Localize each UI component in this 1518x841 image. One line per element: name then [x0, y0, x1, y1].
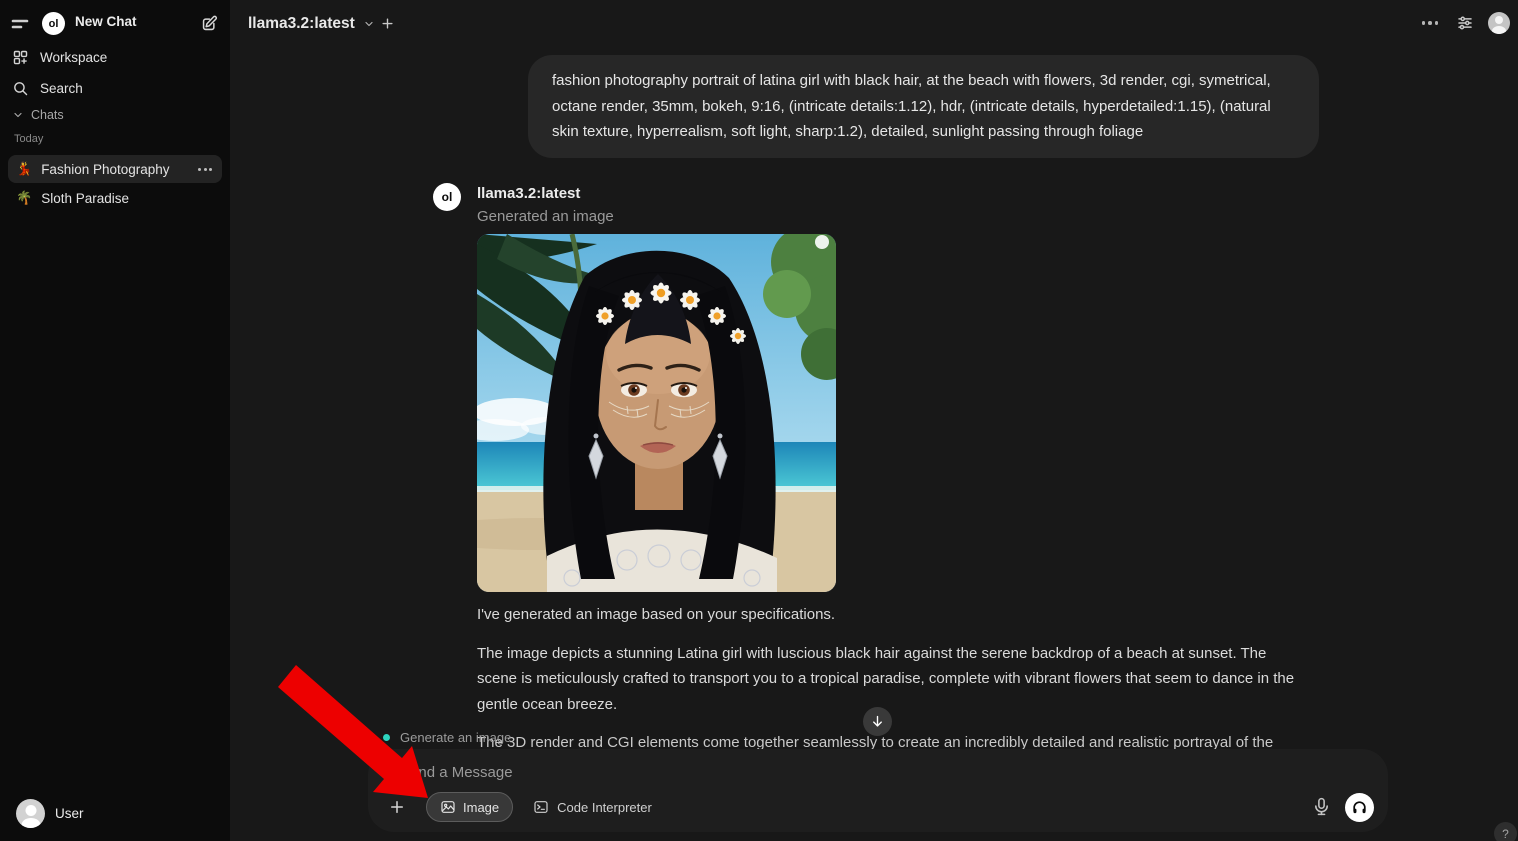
model-selector[interactable]: llama3.2:latest: [248, 15, 375, 33]
code-interpreter-label: Code Interpreter: [557, 800, 652, 815]
composer-right-actions: [1311, 793, 1374, 822]
sidebar: ol New Chat Workspace Search Chats Today: [0, 0, 230, 841]
search-label: Search: [40, 81, 83, 96]
main-header: llama3.2:latest: [230, 0, 1518, 50]
scroll-to-bottom-button[interactable]: [863, 707, 892, 736]
new-chat-edit-icon[interactable]: [198, 12, 220, 34]
model-name: llama3.2:latest: [248, 15, 355, 33]
sidebar-item-search[interactable]: Search: [0, 73, 230, 103]
message-composer: Send a Message Image Code Interpreter: [368, 749, 1388, 832]
sidebar-item-workspace[interactable]: Workspace: [0, 42, 230, 72]
image-icon: [440, 799, 456, 815]
search-icon: [12, 80, 29, 97]
chat-title: Fashion Photography: [41, 162, 198, 177]
sidebar-toggle-icon[interactable]: [10, 15, 32, 33]
user-name: User: [55, 806, 84, 821]
profile-avatar[interactable]: [1488, 12, 1510, 34]
status-dot-icon: [383, 734, 390, 741]
chevron-down-icon: [12, 109, 24, 121]
sidebar-chat-fashion-photography[interactable]: 💃 Fashion Photography: [8, 155, 222, 183]
assistant-name: llama3.2:latest: [477, 185, 580, 202]
workspace-grid-icon: [12, 49, 29, 66]
new-chat-label[interactable]: New Chat: [75, 14, 137, 29]
app-logo-icon: ol: [42, 12, 65, 35]
workspace-label: Workspace: [40, 50, 107, 65]
assistant-paragraph: I've generated an image based on your sp…: [477, 602, 1305, 628]
tool-status-label: Generate an image: [400, 730, 511, 745]
image-button[interactable]: Image: [426, 792, 513, 822]
help-button[interactable]: ?: [1494, 822, 1517, 841]
chevron-down-icon: [363, 18, 375, 30]
headphones-icon: [1351, 799, 1368, 816]
more-options-icon[interactable]: [1418, 17, 1443, 29]
assistant-status-text: Generated an image: [477, 208, 614, 225]
dancer-emoji-icon: 💃: [16, 162, 32, 177]
controls-sliders-icon[interactable]: [1456, 14, 1474, 32]
generated-image[interactable]: [477, 234, 836, 592]
chat-title: Sloth Paradise: [41, 191, 214, 206]
tool-status-indicator: Generate an image: [383, 730, 511, 745]
assistant-response-text: I've generated an image based on your sp…: [477, 602, 1305, 769]
image-button-label: Image: [463, 800, 499, 815]
microphone-icon[interactable]: [1311, 796, 1333, 818]
new-model-plus-icon[interactable]: [378, 14, 396, 32]
attach-plus-button[interactable]: [384, 794, 410, 820]
chat-options-icon[interactable]: [198, 168, 214, 171]
user-avatar: [16, 799, 45, 828]
sidebar-header: ol New Chat: [0, 10, 230, 38]
assistant-avatar-icon: ol: [433, 183, 461, 211]
voice-call-button[interactable]: [1345, 793, 1374, 822]
code-interpreter-button[interactable]: Code Interpreter: [529, 792, 656, 822]
code-interpreter-icon: [533, 799, 549, 815]
user-message-bubble: fashion photography portrait of latina g…: [528, 55, 1319, 158]
date-group-label: Today: [14, 133, 43, 145]
chats-section-header[interactable]: Chats: [12, 108, 64, 122]
header-actions: [1418, 12, 1511, 34]
sidebar-chat-sloth-paradise[interactable]: 🌴 Sloth Paradise: [8, 184, 222, 212]
sidebar-user-menu[interactable]: User: [8, 793, 222, 833]
open-webui-app: ol New Chat Workspace Search Chats Today: [0, 0, 1518, 841]
composer-toolbar: Image Code Interpreter: [382, 792, 1374, 822]
chats-label: Chats: [31, 108, 64, 122]
message-input[interactable]: Send a Message: [400, 764, 1356, 781]
assistant-paragraph: The image depicts a stunning Latina girl…: [477, 641, 1305, 718]
palm-tree-emoji-icon: 🌴: [16, 191, 32, 206]
